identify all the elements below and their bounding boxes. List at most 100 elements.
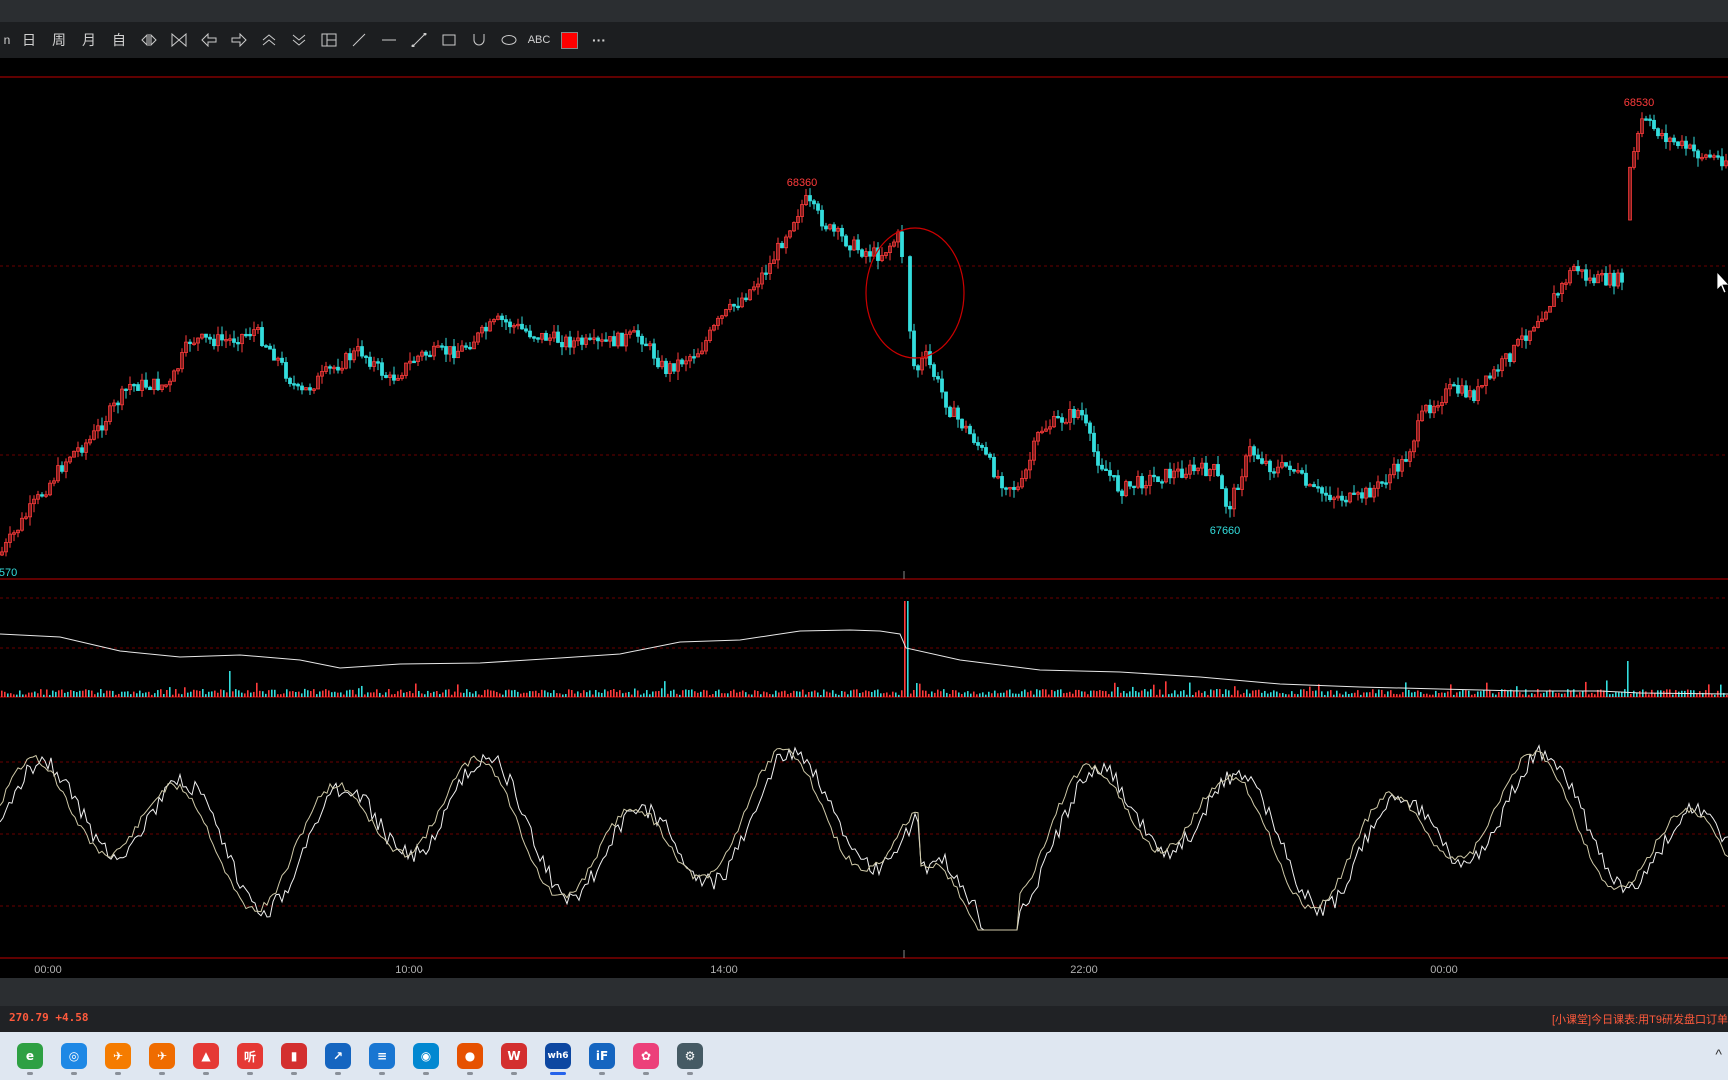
candle-down xyxy=(468,346,472,350)
app-settings-button[interactable]: ⚙ xyxy=(668,1032,712,1080)
layout-icon[interactable] xyxy=(314,25,344,55)
chart-svg[interactable]: 68360 68530 67660 570 00:00 10:00 14:00 22:00 00… xyxy=(0,58,1728,978)
app-ifly-button[interactable]: iF xyxy=(580,1032,624,1080)
volume-bar xyxy=(991,693,993,697)
volume-bar xyxy=(805,694,807,697)
volume-bar xyxy=(274,689,276,697)
volume-bar xyxy=(1354,692,1356,697)
period-custom-button[interactable]: 自 xyxy=(104,25,134,55)
taskbar-indicator xyxy=(423,1072,429,1075)
volume-bar xyxy=(223,690,225,697)
candle-down xyxy=(1268,460,1272,473)
volume-bar xyxy=(1558,692,1560,697)
ellipse-icon[interactable] xyxy=(494,25,524,55)
volume-bar xyxy=(433,691,435,697)
candle-down xyxy=(1556,293,1560,296)
app-game-button[interactable]: ● xyxy=(448,1032,492,1080)
app-red-chart-button[interactable]: ▲ xyxy=(184,1032,228,1080)
app-orange-2-icon: ✈ xyxy=(149,1043,175,1069)
candle-down xyxy=(1284,462,1288,467)
app-browser-blue-button[interactable]: ◎ xyxy=(52,1032,96,1080)
news-ticker[interactable]: [小课堂]今日课表:用T9研发盘口订单 xyxy=(1552,1011,1728,1027)
candle-down xyxy=(1612,272,1616,287)
volume-bar xyxy=(589,690,591,697)
candle-down xyxy=(736,305,740,309)
volume-bar xyxy=(823,689,825,697)
taskbar-indicator xyxy=(291,1072,297,1075)
candle-down xyxy=(916,365,920,371)
more-button[interactable]: ··· xyxy=(584,25,614,55)
volume-bar xyxy=(1255,690,1257,697)
volume-bar xyxy=(1156,694,1158,697)
volume-bar xyxy=(1198,690,1200,697)
volume-bar xyxy=(1078,689,1080,697)
volume-bar xyxy=(1321,691,1323,697)
app-wh6-button[interactable]: wh6 xyxy=(536,1032,580,1080)
app-orange-2-button[interactable]: ✈ xyxy=(140,1032,184,1080)
arrow-right-icon[interactable] xyxy=(224,25,254,55)
app-browser-cloud-button[interactable]: ◉ xyxy=(404,1032,448,1080)
app-orange-1-button[interactable]: ✈ xyxy=(96,1032,140,1080)
app-pink-button[interactable]: ✿ xyxy=(624,1032,668,1080)
double-up-icon[interactable] xyxy=(254,25,284,55)
volume-bar xyxy=(673,689,675,697)
text-tool-button[interactable]: ABC xyxy=(524,25,554,55)
volume-bar xyxy=(259,690,261,697)
candle-down xyxy=(1324,492,1328,496)
volume-bar xyxy=(298,691,300,697)
volume-bar xyxy=(1171,693,1173,697)
volume-bar xyxy=(232,691,234,697)
mirror-icon[interactable] xyxy=(164,25,194,55)
period-month-button[interactable]: 月 xyxy=(74,25,104,55)
candle-down xyxy=(424,351,428,356)
candle-down xyxy=(272,348,276,361)
candle-down xyxy=(744,297,748,301)
tray-chevron-icon[interactable]: ^ xyxy=(1715,1046,1722,1062)
volume-bar xyxy=(931,691,933,697)
candle-down xyxy=(100,425,104,431)
volume-bar xyxy=(277,694,279,697)
app-stock-red-button[interactable]: ▮ xyxy=(272,1032,316,1080)
volume-bar xyxy=(946,692,948,697)
candle-down xyxy=(1180,468,1184,478)
candle-down xyxy=(764,272,768,275)
app-ting-button[interactable]: 听 xyxy=(228,1032,272,1080)
arc-icon[interactable] xyxy=(464,25,494,55)
period-week-button[interactable]: 周 xyxy=(44,25,74,55)
rectangle-icon[interactable] xyxy=(434,25,464,55)
volume-bar xyxy=(715,691,717,697)
volume-bar xyxy=(1054,691,1056,697)
price-low-label: 67660 xyxy=(1210,525,1241,537)
candle-down xyxy=(1224,488,1228,507)
volume-bar xyxy=(1291,691,1293,697)
volume-bar xyxy=(526,692,528,697)
volume-bar xyxy=(1210,689,1212,697)
app-notepad-button[interactable]: ≡ xyxy=(360,1032,404,1080)
candle-down xyxy=(560,342,564,348)
volume-bar xyxy=(1039,690,1041,697)
volume-bar xyxy=(1645,691,1647,697)
app-chart-blue-button[interactable]: ↗ xyxy=(316,1032,360,1080)
diagonal-line-icon[interactable] xyxy=(344,25,374,55)
candle-down xyxy=(1352,492,1356,495)
split-icon[interactable] xyxy=(134,25,164,55)
color-picker-button[interactable] xyxy=(554,25,584,55)
ray-line-icon[interactable] xyxy=(404,25,434,55)
candle-down xyxy=(504,319,508,323)
volume-bar xyxy=(826,691,828,697)
arrow-left-icon[interactable] xyxy=(194,25,224,55)
app-browser-green-button[interactable]: e xyxy=(8,1032,52,1080)
candle-down xyxy=(1576,266,1580,272)
volume-bar xyxy=(859,693,861,697)
volume-bar xyxy=(667,693,669,697)
volume-bar xyxy=(571,690,573,697)
volume-bar xyxy=(559,693,561,697)
chart-area[interactable]: 68360 68530 67660 570 00:00 10:00 14:00 22:00 00… xyxy=(0,58,1728,978)
volume-bar xyxy=(307,690,309,697)
candle-down xyxy=(536,337,540,340)
period-day-button[interactable]: 日 xyxy=(14,25,44,55)
app-wps-button[interactable]: W xyxy=(492,1032,536,1080)
horizontal-line-icon[interactable] xyxy=(374,25,404,55)
candle-down xyxy=(412,360,416,364)
double-down-icon[interactable] xyxy=(284,25,314,55)
